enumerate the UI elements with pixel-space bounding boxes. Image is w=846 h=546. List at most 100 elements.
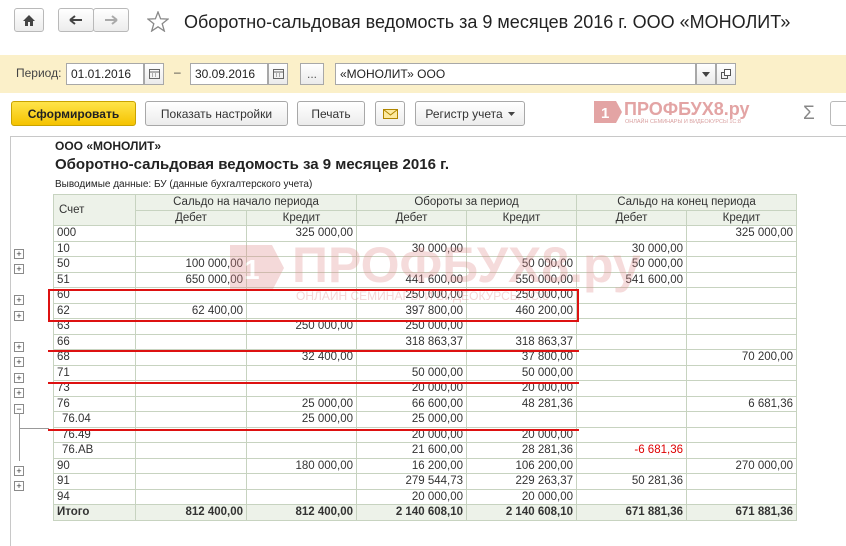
cell-turnover-debit[interactable]: 21 600,00 [356,442,467,459]
cell-closing-credit[interactable] [686,287,797,304]
cell-closing-credit[interactable] [686,426,797,443]
organization-dropdown-button[interactable] [696,63,716,85]
star-icon[interactable] [147,11,169,32]
expand-icon[interactable]: + [14,481,24,491]
cell-account[interactable]: 76.04 [53,411,136,428]
expand-icon[interactable]: + [14,248,24,259]
cell-closing-debit[interactable] [576,302,687,319]
cell-turnover-credit[interactable] [466,240,577,257]
cell-closing-debit[interactable] [576,364,687,381]
cell-closing-debit[interactable] [576,225,687,242]
cell-turnover-debit[interactable] [356,256,467,273]
cell-account[interactable]: 000 [53,225,136,242]
cell-turnover-debit[interactable]: 318 863,37 [356,333,467,350]
cell-turnover-credit[interactable] [466,225,577,242]
cell-opening-debit[interactable]: 100 000,00 [135,256,247,273]
cell-account[interactable]: 76.АВ [53,442,136,459]
cell-closing-credit[interactable] [686,442,797,459]
cell-closing-debit[interactable] [576,349,687,366]
cell-opening-debit[interactable] [135,364,247,381]
cell-opening-debit[interactable] [135,240,247,257]
cell-turnover-debit[interactable] [356,225,467,242]
cell-closing-credit[interactable]: 70 200,00 [686,349,797,366]
expand-icon[interactable]: + [14,264,24,274]
cell-account[interactable]: 66 [53,333,136,350]
cell-opening-debit[interactable] [135,411,247,428]
cell-opening-credit[interactable] [246,364,357,381]
cell-closing-debit[interactable] [576,395,687,412]
cell-turnover-debit[interactable]: 441 600,00 [356,271,467,288]
cell-opening-credit[interactable]: 25 000,00 [246,411,357,428]
print-button[interactable]: Печать [297,101,365,126]
cell-opening-debit[interactable] [135,442,247,459]
cell-closing-debit[interactable] [576,333,687,350]
cell-closing-credit[interactable]: 270 000,00 [686,457,797,474]
expand-icon[interactable]: + [14,357,24,367]
cell-turnover-credit[interactable]: 229 263,37 [466,473,577,490]
cell-opening-credit[interactable] [246,333,357,350]
send-email-button[interactable] [375,101,405,126]
sum-field[interactable] [830,101,846,126]
cell-closing-debit[interactable] [576,287,687,304]
cell-closing-debit[interactable] [576,411,687,428]
cell-closing-debit[interactable] [576,318,687,335]
cell-turnover-credit[interactable]: 550 000,00 [466,271,577,288]
cell-closing-credit[interactable] [686,333,797,350]
cell-turnover-debit[interactable]: 50 000,00 [356,364,467,381]
cell-turnover-debit[interactable]: 279 544,73 [356,473,467,490]
cell-closing-credit[interactable] [686,488,797,505]
cell-opening-credit[interactable]: 325 000,00 [246,225,357,242]
cell-closing-credit[interactable]: 325 000,00 [686,225,797,242]
cell-closing-credit[interactable] [686,302,797,319]
date-to-field[interactable]: 30.09.2016 [190,63,268,85]
cell-turnover-credit[interactable]: 318 863,37 [466,333,577,350]
cell-closing-debit[interactable]: 50 000,00 [576,256,687,273]
date-from-calendar-button[interactable] [144,63,164,85]
cell-opening-credit[interactable]: 25 000,00 [246,395,357,412]
cell-opening-credit[interactable] [246,488,357,505]
organization-open-button[interactable] [716,63,736,85]
date-from-field[interactable]: 01.01.2016 [66,63,144,85]
expand-icon[interactable]: + [14,388,24,398]
cell-opening-credit[interactable] [246,240,357,257]
cell-closing-credit[interactable] [686,256,797,273]
cell-turnover-credit[interactable]: 48 281,36 [466,395,577,412]
sigma-button[interactable]: Σ [803,103,815,125]
cell-turnover-debit[interactable]: 20 000,00 [356,488,467,505]
cell-turnover-credit[interactable]: 20 000,00 [466,488,577,505]
cell-account[interactable]: 90 [53,457,136,474]
cell-opening-debit[interactable] [135,457,247,474]
cell-account[interactable]: 50 [53,256,136,273]
expand-icon[interactable]: + [14,465,24,476]
cell-opening-debit[interactable] [135,395,247,412]
cell-opening-credit[interactable] [246,473,357,490]
cell-opening-debit[interactable] [135,488,247,505]
cell-closing-debit[interactable]: 541 600,00 [576,271,687,288]
cell-account[interactable]: 71 [53,364,136,381]
forward-button[interactable] [93,8,129,32]
date-to-calendar-button[interactable] [268,63,288,85]
cell-closing-credit[interactable] [686,473,797,490]
cell-opening-credit[interactable] [246,271,357,288]
generate-button[interactable]: Сформировать [11,101,136,126]
expand-icon[interactable]: + [14,341,24,352]
cell-closing-credit[interactable] [686,318,797,335]
cell-turnover-credit[interactable]: 106 200,00 [466,457,577,474]
cell-account[interactable]: 94 [53,488,136,505]
cell-account[interactable]: 76 [53,395,136,412]
cell-turnover-credit[interactable]: 28 281,36 [466,442,577,459]
cell-opening-credit[interactable] [246,442,357,459]
cell-opening-debit[interactable] [135,225,247,242]
cell-turnover-debit[interactable]: 16 200,00 [356,457,467,474]
period-select-button[interactable]: ... [300,63,324,85]
cell-account[interactable]: 10 [53,240,136,257]
cell-turnover-credit[interactable]: 50 000,00 [466,256,577,273]
cell-opening-credit[interactable]: 180 000,00 [246,457,357,474]
cell-opening-debit[interactable] [135,333,247,350]
cell-closing-debit[interactable] [576,426,687,443]
cell-closing-debit[interactable] [576,380,687,397]
cell-closing-credit[interactable] [686,271,797,288]
home-button[interactable] [14,8,44,32]
cell-closing-debit[interactable]: 30 000,00 [576,240,687,257]
cell-opening-debit[interactable]: 650 000,00 [135,271,247,288]
